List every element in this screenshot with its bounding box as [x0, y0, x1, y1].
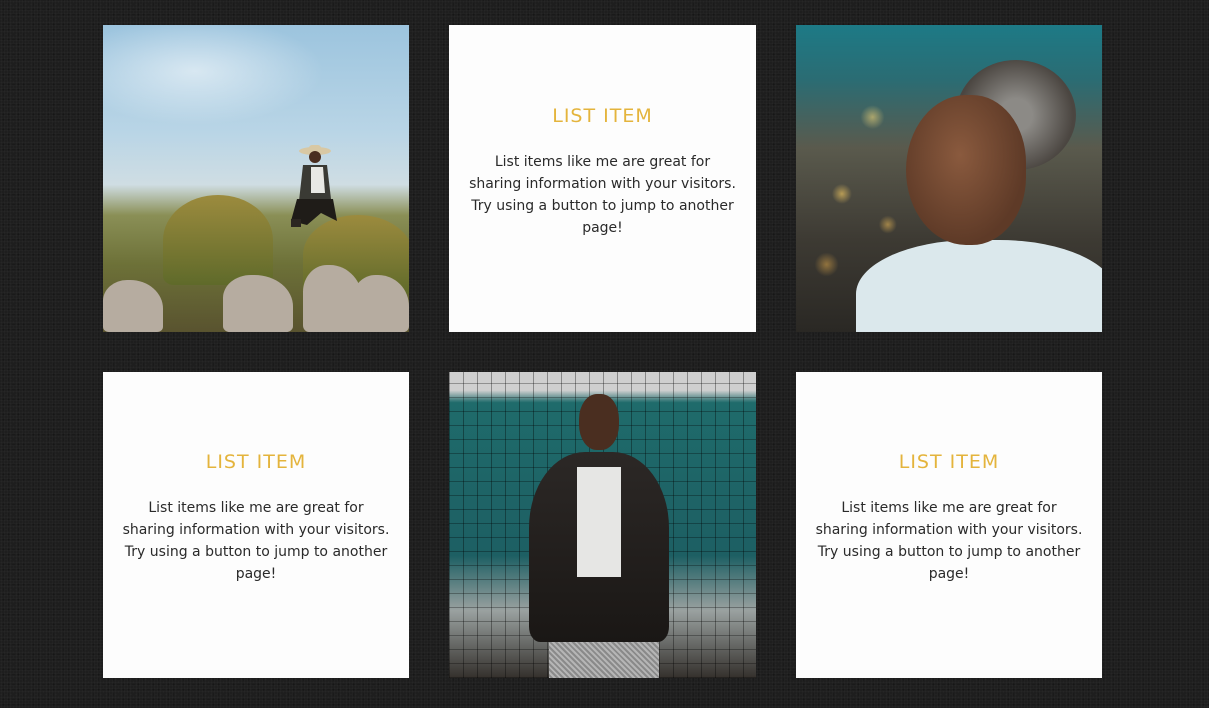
rock-shape	[223, 275, 293, 332]
list-grid: LIST ITEM List items like me are great f…	[103, 25, 1102, 678]
list-item-title: LIST ITEM	[552, 104, 653, 127]
head-shape	[579, 394, 619, 450]
list-item-card: LIST ITEM List items like me are great f…	[449, 25, 756, 332]
list-item-description: List items like me are great for sharing…	[469, 153, 736, 236]
grass-shape	[163, 195, 273, 285]
tshirt-shape	[577, 467, 621, 577]
list-item-card: LIST ITEM List items like me are great f…	[103, 372, 409, 678]
list-item-description: List items like me are great for sharing…	[815, 500, 1083, 582]
list-item-card: LIST ITEM List items like me are great f…	[796, 372, 1102, 678]
list-item-image	[449, 372, 756, 678]
shirt-shape	[856, 240, 1102, 332]
list-item-title: LIST ITEM	[898, 451, 1000, 473]
list-item-image	[103, 25, 409, 332]
person-silhouette	[291, 145, 337, 227]
face-shape	[906, 95, 1026, 245]
list-item-title: LIST ITEM	[205, 451, 307, 473]
list-item-image	[796, 25, 1102, 332]
list-item-description: List items like me are great for sharing…	[122, 500, 390, 582]
rock-shape	[103, 280, 163, 332]
